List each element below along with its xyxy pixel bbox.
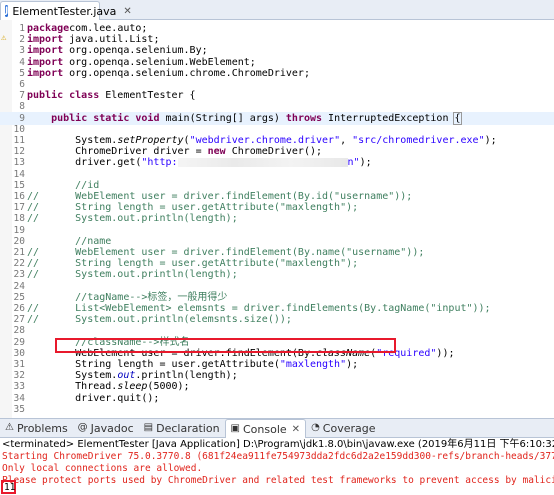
close-icon[interactable]: ✕	[123, 6, 131, 17]
editor-tab-label: ElementTester.java	[12, 4, 117, 18]
console-terminated-label: <terminated> ElementTester [Java Applica…	[2, 439, 554, 450]
highlight-box-line-30	[55, 338, 396, 353]
problems-icon: ⚠	[5, 422, 14, 433]
view-tab-bar: ⚠ Problems @ Javadoc ▤ Declaration ▣ Console ✕ ◔ C…	[0, 418, 554, 438]
declaration-icon: ▤	[143, 422, 154, 433]
code-editor[interactable]: 1 packagecom.lee.auto; ⚠ 2 import java.util.…	[0, 20, 554, 418]
close-icon[interactable]: ✕	[292, 424, 300, 435]
tab-problems[interactable]: ⚠ Problems	[0, 419, 73, 437]
tab-label: Problems	[16, 421, 68, 435]
console-view[interactable]: <terminated> ElementTester [Java Applica…	[0, 438, 554, 495]
javadoc-icon: @	[77, 422, 88, 433]
tab-label: Declaration	[156, 421, 220, 435]
tab-declaration[interactable]: ▤ Declaration	[139, 419, 225, 437]
console-line: Starting ChromeDriver 75.0.3770.8 (681f2…	[2, 451, 554, 462]
warning-icon[interactable]: ⚠	[1, 33, 11, 43]
coverage-icon: ◔	[311, 422, 320, 433]
editor-tab-bar: J ElementTester.java ✕	[0, 0, 554, 20]
redacted-url	[177, 157, 348, 167]
code-line[interactable]: 35	[0, 403, 554, 416]
tab-console[interactable]: ▣ Console ✕	[224, 419, 307, 438]
java-file-icon: J	[5, 5, 9, 17]
console-icon: ▣	[230, 423, 240, 434]
console-line: Only local connections are allowed.	[2, 463, 203, 474]
editor-tab-elementtester[interactable]: J ElementTester.java ✕	[0, 1, 132, 20]
tab-coverage[interactable]: ◔ Coverage	[306, 419, 380, 437]
line-number: 35	[13, 403, 25, 415]
console-output-value: 11	[4, 482, 16, 493]
tab-label: Javadoc	[90, 421, 134, 435]
tab-javadoc[interactable]: @ Javadoc	[73, 419, 139, 437]
tab-label: Console	[243, 422, 287, 436]
tab-label: Coverage	[322, 421, 376, 435]
console-line: Please protect ports used by ChromeDrive…	[2, 475, 554, 486]
